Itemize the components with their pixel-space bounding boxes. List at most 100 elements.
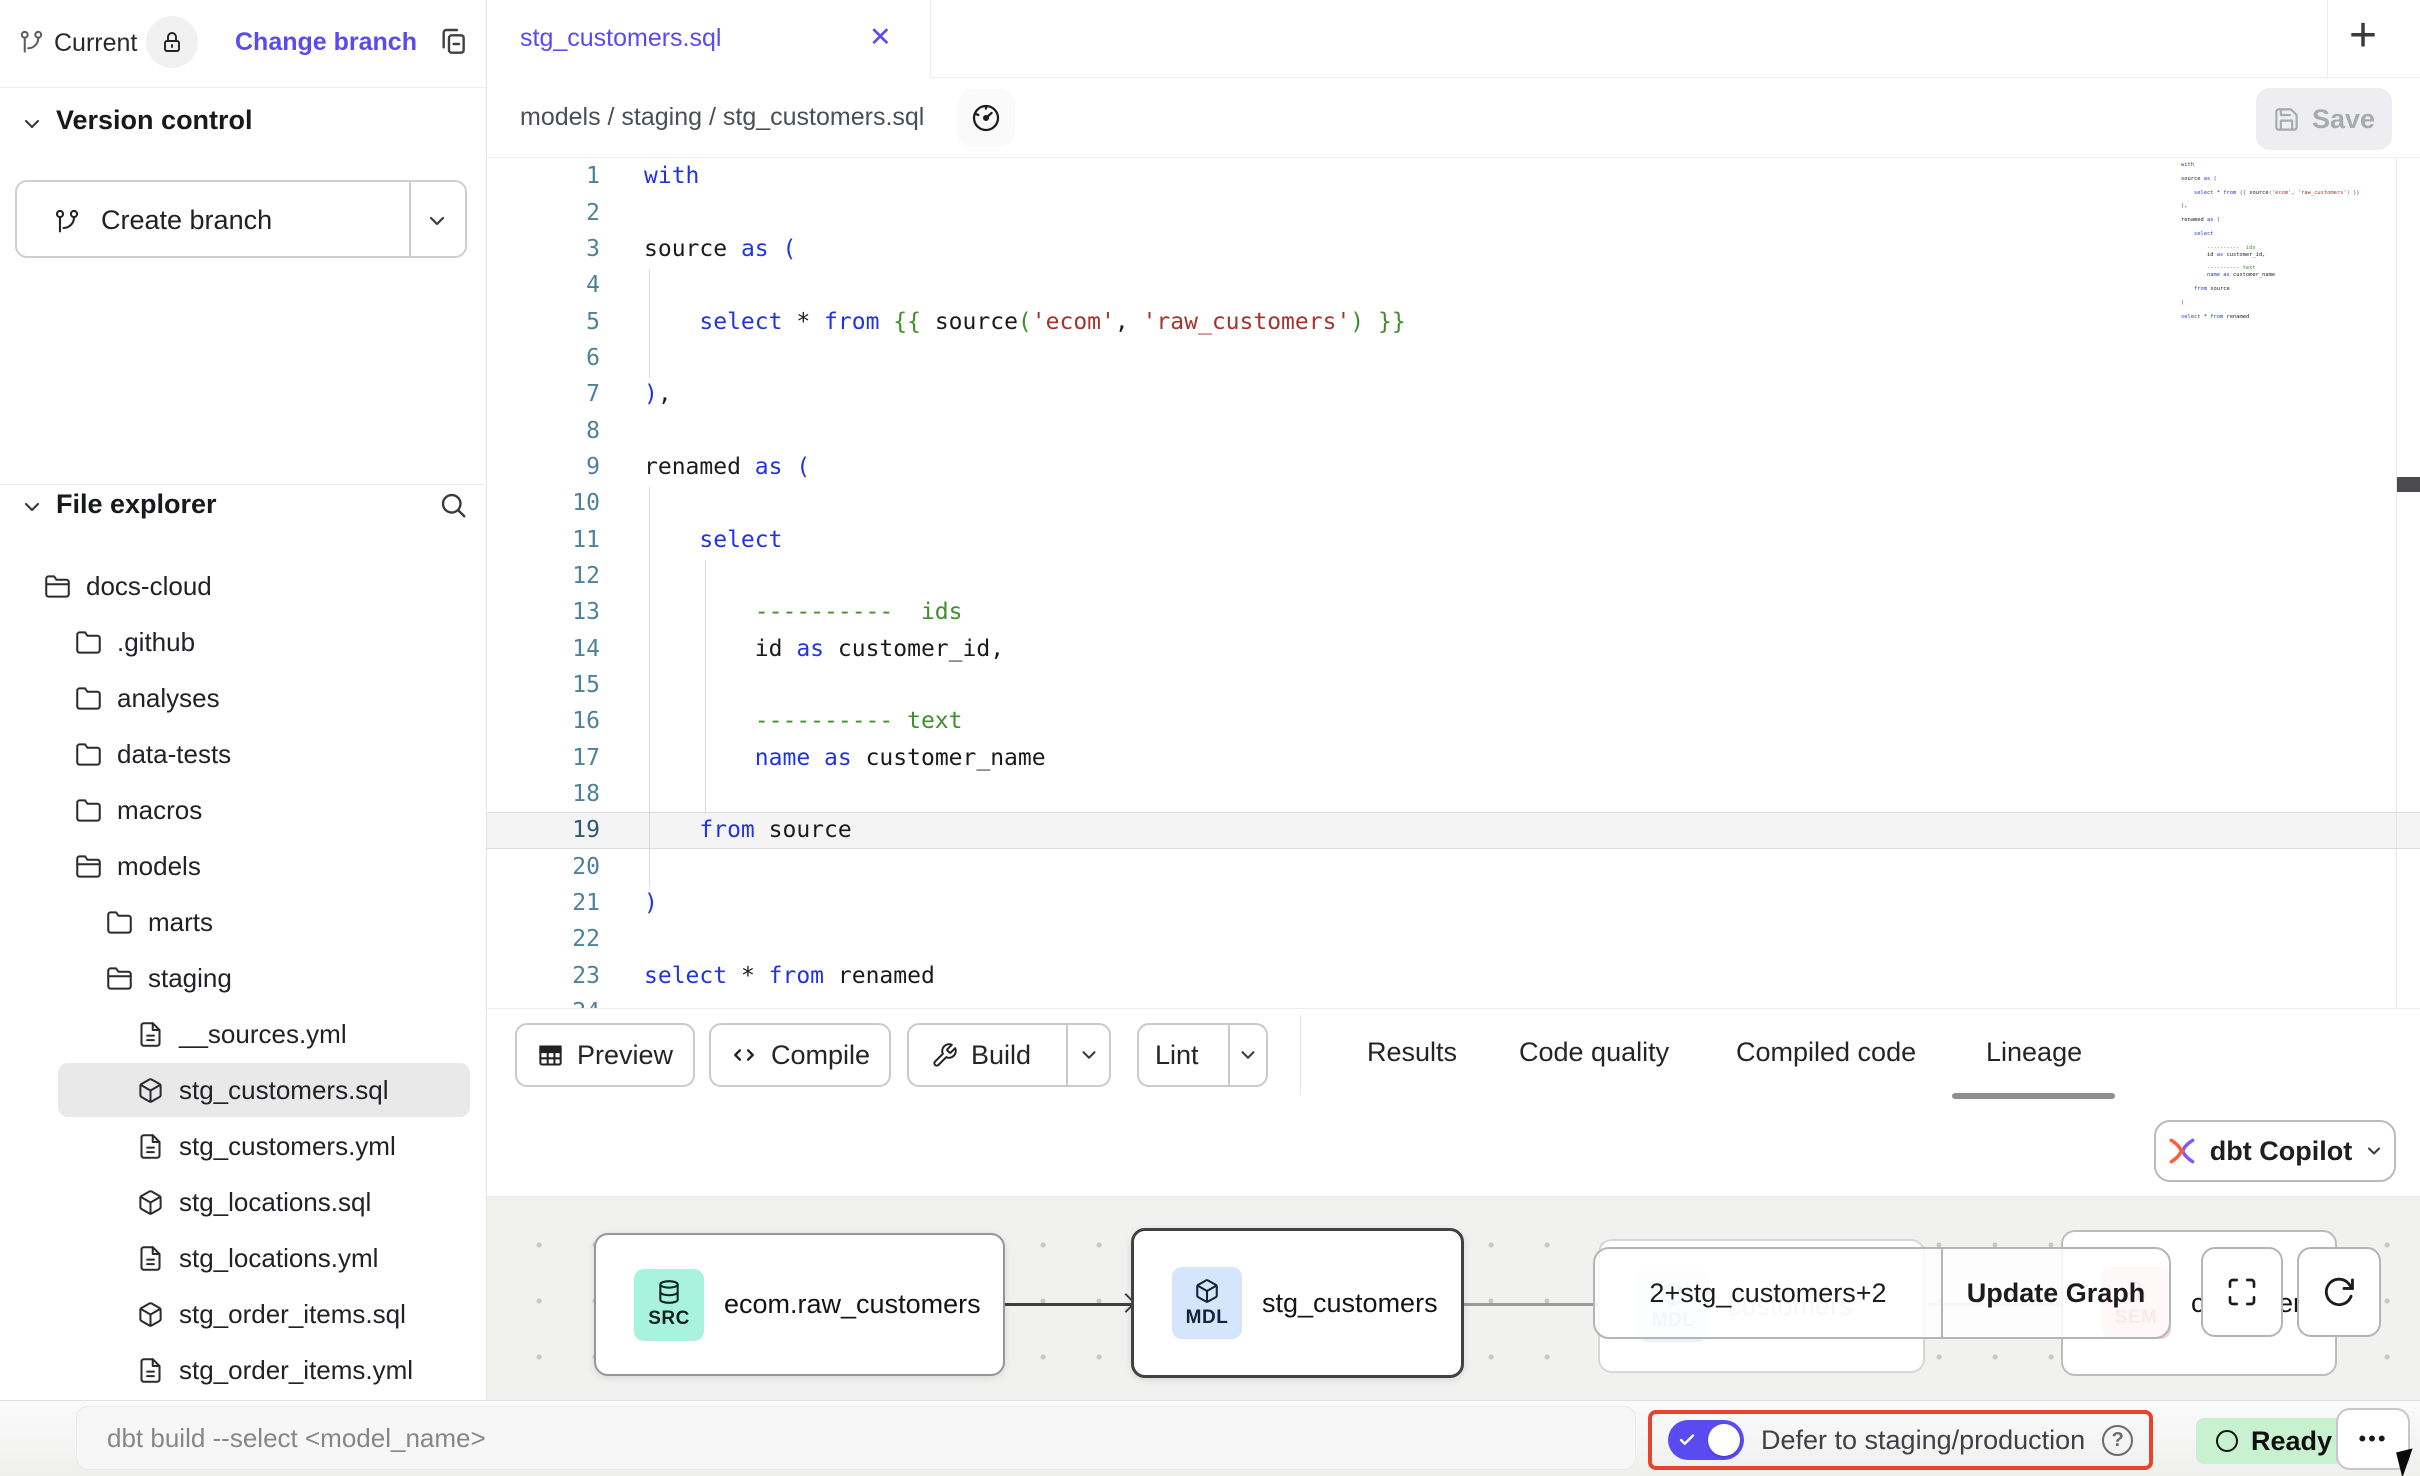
file-item[interactable]: stg_customers.yml: [0, 1118, 486, 1174]
divider: [0, 484, 486, 485]
lineage-selector-bar: 2+stg_customers+2 Update Graph: [1593, 1247, 2171, 1339]
code-line[interactable]: 24: [487, 994, 2420, 1008]
code-line[interactable]: 8: [487, 412, 2420, 448]
file-item[interactable]: data-tests: [0, 726, 486, 782]
check-icon: [1678, 1431, 1696, 1449]
code-line[interactable]: 19 from source: [487, 812, 2420, 848]
save-button[interactable]: Save: [2256, 88, 2392, 150]
file-item[interactable]: .github: [0, 614, 486, 670]
doc-icon: [137, 1245, 164, 1272]
version-control-chevron-icon[interactable]: [20, 112, 44, 136]
compile-button[interactable]: Compile: [709, 1023, 891, 1087]
create-branch-button[interactable]: Create branch: [15, 180, 467, 258]
code-line[interactable]: 16 ---------- text: [487, 703, 2420, 739]
command-input[interactable]: dbt build --select <model_name>: [76, 1406, 1636, 1470]
fullscreen-button[interactable]: [2201, 1247, 2283, 1337]
cube-icon: [137, 1301, 164, 1328]
new-tab-button[interactable]: +: [2349, 8, 2377, 63]
code-line[interactable]: 5 select * from {{ source('ecom', 'raw_c…: [487, 303, 2420, 339]
build-button[interactable]: Build: [907, 1023, 1111, 1087]
code-line[interactable]: 18: [487, 776, 2420, 812]
line-number: 5: [487, 309, 600, 335]
code-line[interactable]: 3source as (: [487, 231, 2420, 267]
tab-results[interactable]: Results: [1367, 1037, 1457, 1068]
defer-toggle[interactable]: [1668, 1420, 1744, 1460]
tab-stg-customers-sql[interactable]: stg_customers.sql ✕: [487, 0, 931, 78]
file-item[interactable]: stg_locations.sql: [0, 1174, 486, 1230]
code-line[interactable]: 17 name as customer_name: [487, 740, 2420, 776]
lint-dropdown-chevron-icon[interactable]: [1228, 1025, 1266, 1085]
line-number: 24: [487, 999, 600, 1008]
change-branch-link[interactable]: Change branch: [235, 28, 417, 57]
code-line[interactable]: 21): [487, 885, 2420, 921]
code-line[interactable]: 4: [487, 267, 2420, 303]
refresh-icon: [2322, 1275, 2356, 1309]
code-line[interactable]: 10: [487, 485, 2420, 521]
tab-compiled-code[interactable]: Compiled code: [1736, 1037, 1916, 1068]
line-number: 20: [487, 854, 600, 880]
help-icon[interactable]: ?: [2102, 1425, 2133, 1456]
code-editor[interactable]: 1with23source as (45 select * from {{ so…: [487, 158, 2420, 1008]
code-line[interactable]: 20: [487, 849, 2420, 885]
file-item[interactable]: marts: [0, 894, 486, 950]
scrollbar-marker[interactable]: [2397, 477, 2420, 492]
lineage-node-source[interactable]: SRC ecom.raw_customers: [594, 1233, 1005, 1376]
code-line[interactable]: 23select * from renamed: [487, 958, 2420, 994]
file-item-label: data-tests: [117, 739, 231, 770]
code-line[interactable]: 15: [487, 667, 2420, 703]
tab-code-quality[interactable]: Code quality: [1519, 1037, 1669, 1068]
code-line[interactable]: 14 id as customer_id,: [487, 630, 2420, 666]
preview-button[interactable]: Preview: [515, 1023, 695, 1087]
code-line[interactable]: 22: [487, 921, 2420, 957]
lint-main[interactable]: Lint: [1139, 1025, 1215, 1085]
file-item[interactable]: macros: [0, 782, 486, 838]
code-line[interactable]: 11 select: [487, 521, 2420, 557]
file-item[interactable]: docs-cloud: [0, 558, 486, 614]
code-text: ---------- text: [644, 708, 963, 734]
dbt-logo-icon: [2166, 1135, 2198, 1167]
code-line[interactable]: 1with: [487, 158, 2420, 194]
code-text: renamed as (: [644, 454, 810, 480]
code-line[interactable]: 13 ---------- ids: [487, 594, 2420, 630]
file-item[interactable]: __sources.yml: [0, 1006, 486, 1062]
folder-open-icon: [44, 573, 71, 600]
refresh-button[interactable]: [2297, 1247, 2381, 1337]
file-item[interactable]: stg_order_items.yml: [0, 1342, 486, 1398]
file-item-label: stg_order_items.yml: [179, 1355, 413, 1386]
file-item[interactable]: stg_customers.sql: [0, 1062, 486, 1118]
search-icon[interactable]: [438, 490, 468, 520]
file-item-label: marts: [148, 907, 213, 938]
update-graph-button[interactable]: Update Graph: [1943, 1249, 2169, 1337]
defer-label: Defer to staging/production: [1761, 1425, 2085, 1456]
build-dropdown-chevron-icon[interactable]: [1066, 1025, 1109, 1085]
file-item[interactable]: stg_order_items.sql: [0, 1286, 486, 1342]
chevron-down-icon[interactable]: [425, 209, 449, 233]
copy-icon[interactable]: [437, 26, 469, 58]
code-line[interactable]: 7),: [487, 376, 2420, 412]
lint-button[interactable]: Lint: [1137, 1023, 1268, 1087]
code-line[interactable]: 12: [487, 558, 2420, 594]
gauge-icon[interactable]: [957, 89, 1015, 147]
lineage-node-stg-customers[interactable]: MDL stg_customers: [1131, 1228, 1464, 1378]
code-text: source as (: [644, 236, 796, 262]
file-tree: docs-cloud.githubanalyses data-tests macro…: [0, 558, 486, 1398]
folder-icon: [75, 741, 102, 768]
build-main[interactable]: Build: [909, 1025, 1053, 1085]
file-item[interactable]: stg_locations.yml: [0, 1230, 486, 1286]
file-item[interactable]: models: [0, 838, 486, 894]
status-badge: Ready: [2196, 1418, 2352, 1464]
code-line[interactable]: 2: [487, 194, 2420, 230]
code-line[interactable]: 6: [487, 340, 2420, 376]
line-number: 9: [487, 454, 600, 480]
file-item[interactable]: analyses: [0, 670, 486, 726]
lineage-selector-input[interactable]: 2+stg_customers+2: [1595, 1249, 1941, 1337]
tab-lineage[interactable]: Lineage: [1986, 1037, 2082, 1068]
lineage-canvas[interactable]: SRC ecom.raw_customers MDL stg_customers…: [487, 1196, 2420, 1400]
code-minimap[interactable]: withsource as ( select * from {{ source(…: [2181, 162, 2391, 327]
dbt-copilot-button[interactable]: dbt Copilot: [2154, 1120, 2396, 1182]
file-item[interactable]: staging: [0, 950, 486, 1006]
badge-label: SRC: [648, 1308, 690, 1330]
file-explorer-chevron-icon[interactable]: [20, 495, 44, 519]
close-tab-icon[interactable]: ✕: [869, 22, 892, 53]
code-line[interactable]: 9 renamed as (: [487, 449, 2420, 485]
